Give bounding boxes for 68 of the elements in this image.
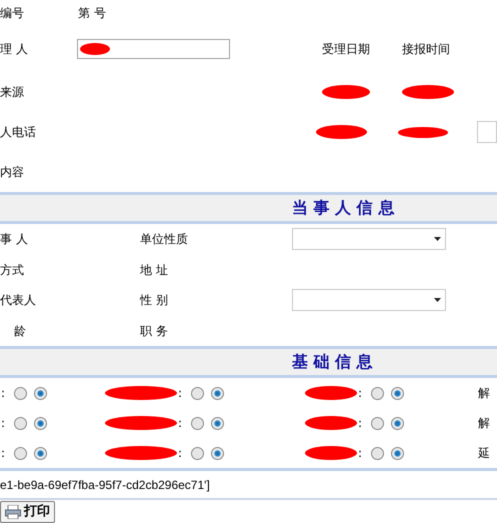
radio-button[interactable] <box>191 416 204 430</box>
radio-button[interactable] <box>191 386 204 400</box>
column-header: 受理日期 <box>322 42 370 56</box>
field-label: 方式 <box>0 262 24 277</box>
field-label: 延 <box>478 445 490 462</box>
input-field[interactable] <box>477 121 497 143</box>
caret-icon <box>434 237 441 242</box>
field-label: 地 址 <box>140 262 168 277</box>
field-label: 理 人 <box>0 42 28 56</box>
radio-button[interactable] <box>211 386 224 400</box>
field-label: 龄 <box>13 324 26 338</box>
radio-button[interactable] <box>14 416 28 430</box>
radio-button[interactable] <box>211 416 224 430</box>
record-id: e1-be9a-69ef7fba-95f7-cd2cb296ec71'] <box>0 476 210 494</box>
radio-button[interactable] <box>371 416 384 430</box>
field-label: 解 <box>478 385 490 402</box>
field-label: : <box>358 415 362 432</box>
field-label: : <box>358 445 362 462</box>
redaction-mark <box>316 125 368 139</box>
field-label: 来源 <box>0 85 24 99</box>
printer-icon <box>5 505 21 519</box>
field-label: 代表人 <box>0 293 36 308</box>
dropdown-field[interactable] <box>292 228 446 250</box>
field-label: 人电话 <box>0 125 36 139</box>
radio-button[interactable] <box>391 416 404 430</box>
radio-button[interactable] <box>371 446 384 460</box>
radio-button[interactable] <box>391 386 404 400</box>
column-header: 接报时间 <box>402 41 450 58</box>
field-label: : <box>178 445 182 462</box>
field-label: 解 <box>478 415 490 432</box>
radio-button[interactable] <box>211 446 224 460</box>
print-button[interactable]: 打印 <box>0 501 55 523</box>
radio-button[interactable] <box>14 386 28 400</box>
redaction-mark <box>402 85 454 99</box>
section-title: 基 础 信 息 <box>292 351 373 373</box>
radio-button[interactable] <box>191 446 204 460</box>
radio-button[interactable] <box>391 446 404 460</box>
redaction-mark <box>305 446 357 460</box>
radio-button[interactable] <box>14 446 28 460</box>
redaction-mark <box>105 446 177 460</box>
field-label: 内容 <box>0 164 24 181</box>
redaction-mark <box>322 85 370 99</box>
radio-button[interactable] <box>34 386 48 400</box>
redaction-mark <box>80 43 110 55</box>
field-label: 编号 <box>0 6 24 20</box>
field-label: : <box>1 415 6 432</box>
field-value: 第 号 <box>78 5 106 22</box>
redaction-mark <box>105 386 177 400</box>
radio-button[interactable] <box>34 416 48 430</box>
radio-button[interactable] <box>34 446 48 460</box>
redaction-mark <box>105 416 177 430</box>
redaction-mark <box>305 416 357 430</box>
field-label: 单位性质 <box>140 232 188 246</box>
field-label: : <box>178 385 182 402</box>
field-label: : <box>358 385 362 402</box>
field-label: 职 务 <box>140 324 168 338</box>
field-label: 性 别 <box>140 293 168 308</box>
dropdown-field[interactable] <box>292 289 446 312</box>
field-label: : <box>178 415 182 432</box>
field-label: : <box>1 385 6 402</box>
radio-button[interactable] <box>371 386 384 400</box>
section-title: 当 事 人 信 息 <box>292 197 394 219</box>
redaction-mark <box>398 126 448 138</box>
input-field[interactable] <box>77 39 230 59</box>
field-label: : <box>1 445 6 462</box>
caret-icon <box>434 298 441 302</box>
field-label: 事 人 <box>0 232 28 246</box>
redaction-mark <box>305 386 357 400</box>
